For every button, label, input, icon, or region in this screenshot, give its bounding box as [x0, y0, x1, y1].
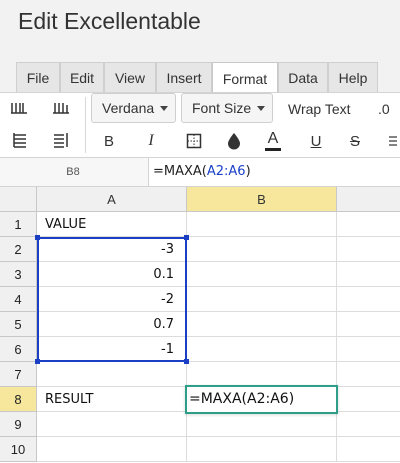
cell-c5[interactable] [337, 312, 400, 337]
column-header-b[interactable]: B [187, 187, 337, 212]
cell-b10[interactable] [187, 437, 337, 462]
menu-bar: File Edit View Insert Format Data Help [0, 58, 400, 94]
font-family-dropdown[interactable]: Verdana [91, 93, 176, 123]
column-header-a[interactable]: A [37, 187, 187, 212]
row-header[interactable]: 1 [0, 212, 37, 237]
cell-c1[interactable] [337, 212, 400, 237]
font-color-button[interactable]: A [262, 127, 284, 153]
tab-insert[interactable]: Insert [156, 62, 212, 93]
more-icon[interactable] [385, 129, 400, 153]
toolbar-separator [85, 97, 86, 153]
tab-file[interactable]: File [16, 62, 60, 93]
row-header[interactable]: 7 [0, 362, 37, 387]
column-header-c[interactable] [337, 187, 400, 212]
italic-button[interactable]: I [140, 129, 162, 153]
fill-color-icon[interactable] [222, 129, 246, 153]
cell-a1[interactable]: VALUE [37, 212, 187, 237]
select-all-corner[interactable] [0, 187, 37, 212]
cell-c4[interactable] [337, 287, 400, 312]
cell-c10[interactable] [337, 437, 400, 462]
cell-c3[interactable] [337, 262, 400, 287]
title-bar: Edit Excellentable [0, 0, 400, 58]
tab-help[interactable]: Help [328, 62, 378, 93]
cell-c7[interactable] [337, 362, 400, 387]
strikethrough-button[interactable]: S [344, 129, 366, 153]
tab-edit[interactable]: Edit [60, 62, 104, 93]
tab-format[interactable]: Format [212, 62, 278, 94]
cell-a7[interactable] [37, 362, 187, 387]
cell-b1[interactable] [187, 212, 337, 237]
cell-b6[interactable] [187, 337, 337, 362]
cell-b9[interactable] [187, 412, 337, 437]
row-header[interactable]: 9 [0, 412, 37, 437]
decimal-button[interactable]: .0 [378, 101, 390, 117]
row-header[interactable]: 3 [0, 262, 37, 287]
cell-b7[interactable] [187, 362, 337, 387]
font-family-label: Verdana [102, 100, 155, 116]
cell-a2[interactable]: -3 [37, 237, 187, 262]
cell-b5[interactable] [187, 312, 337, 337]
row-header[interactable]: 4 [0, 287, 37, 312]
font-color-letter: A [267, 129, 279, 147]
cell-a3[interactable]: 0.1 [37, 262, 187, 287]
tab-data[interactable]: Data [278, 62, 328, 93]
row-header[interactable]: 5 [0, 312, 37, 337]
font-color-bar [265, 147, 281, 151]
formula-bar: B8 =MAXA(A2:A6) [0, 157, 400, 187]
cell-c9[interactable] [337, 412, 400, 437]
row-header[interactable]: 10 [0, 437, 37, 462]
delete-row-icon[interactable] [8, 129, 30, 151]
row-header[interactable]: 6 [0, 337, 37, 362]
formula-prefix: =MAXA( [153, 164, 207, 179]
cell-b3[interactable] [187, 262, 337, 287]
cell-editor-b8[interactable]: =MAXA(A2:A6) [185, 385, 338, 414]
bold-button[interactable]: B [98, 129, 120, 153]
format-toolbar: Verdana Font Size Wrap Text .0 B I A U S [0, 92, 400, 156]
delete-column-icon[interactable] [50, 129, 72, 151]
cell-a8[interactable]: RESULT [37, 387, 187, 412]
chevron-down-icon [257, 105, 266, 111]
cell-b4[interactable] [187, 287, 337, 312]
app-title: Edit Excellentable [18, 8, 201, 34]
underline-button[interactable]: U [305, 129, 327, 153]
cell-a9[interactable] [37, 412, 187, 437]
row-header[interactable]: 8 [0, 387, 37, 412]
formula-suffix: ) [245, 164, 251, 179]
font-size-label: Font Size [192, 100, 252, 116]
chevron-down-icon [160, 105, 169, 111]
cell-a6[interactable]: -1 [37, 337, 187, 362]
cell-reference-box[interactable]: B8 [0, 158, 146, 186]
font-size-dropdown[interactable]: Font Size [181, 93, 273, 123]
borders-icon[interactable] [182, 129, 206, 153]
cell-a5[interactable]: 0.7 [37, 312, 187, 337]
formula-range: A2:A6 [206, 164, 246, 179]
insert-column-icon[interactable] [50, 97, 72, 119]
cell-c8[interactable] [337, 387, 400, 412]
cell-b2[interactable] [187, 237, 337, 262]
cell-c6[interactable] [337, 337, 400, 362]
insert-row-above-icon[interactable] [8, 97, 30, 119]
cell-c2[interactable] [337, 237, 400, 262]
formula-input[interactable]: =MAXA(A2:A6) [148, 158, 400, 186]
wrap-text-button[interactable]: Wrap Text [288, 101, 351, 117]
tab-view[interactable]: View [104, 62, 156, 93]
row-header[interactable]: 2 [0, 237, 37, 262]
spreadsheet-grid: A B 1 VALUE 2 -3 3 0.1 4 -2 5 0.7 6 -1 7… [0, 187, 400, 463]
cell-a10[interactable] [37, 437, 187, 462]
cell-a4[interactable]: -2 [37, 287, 187, 312]
